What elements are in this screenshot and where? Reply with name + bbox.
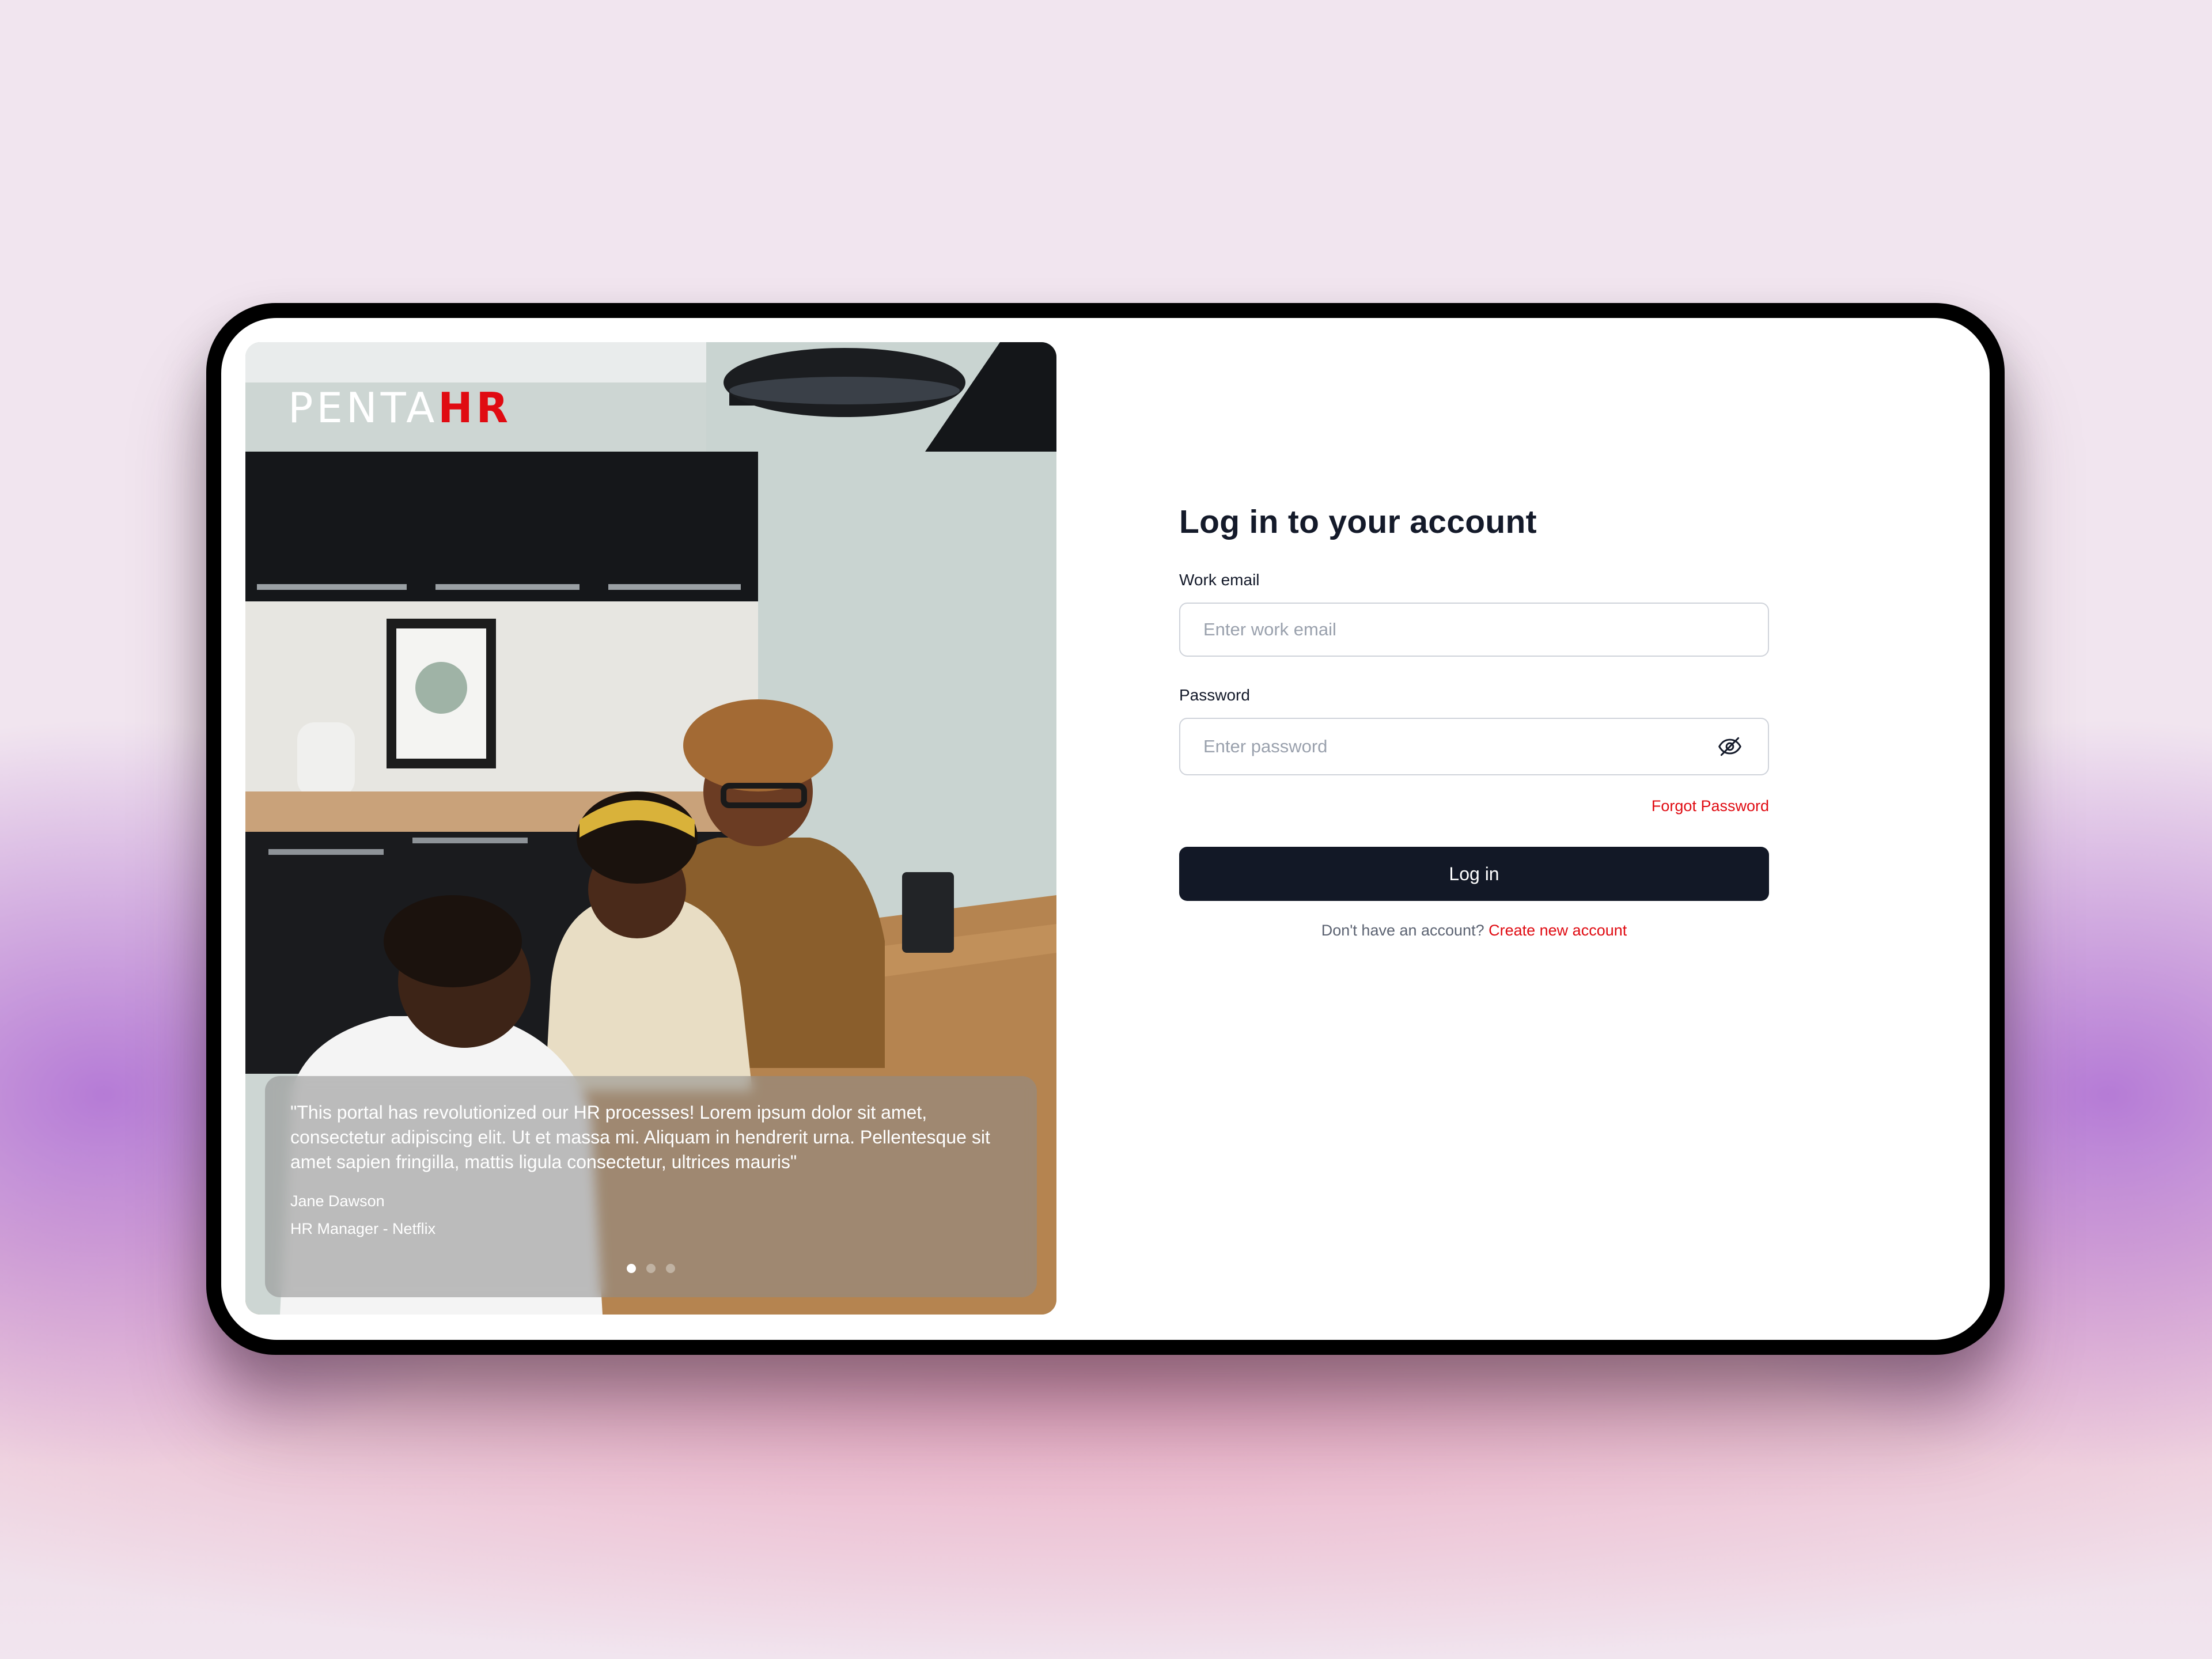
device-frame: PENTAHR "This portal has revolutionized … bbox=[206, 303, 2005, 1355]
password-field[interactable] bbox=[1180, 719, 1768, 774]
login-button[interactable]: Log in bbox=[1179, 847, 1769, 901]
hero-photo-panel: PENTAHR "This portal has revolutionized … bbox=[245, 342, 1056, 1315]
create-account-link[interactable]: Create new account bbox=[1488, 922, 1627, 939]
carousel-dot-1[interactable] bbox=[627, 1264, 636, 1273]
password-field-wrapper bbox=[1179, 718, 1769, 775]
signup-prompt: Don't have an account? Create new accoun… bbox=[1179, 921, 1769, 940]
testimonial-role: HR Manager - Netflix bbox=[290, 1220, 436, 1237]
email-field-wrapper bbox=[1179, 603, 1769, 657]
testimonial-card: "This portal has revolutionized our HR p… bbox=[265, 1076, 1037, 1297]
pentahr-logo: PENTAHR bbox=[288, 384, 512, 432]
signup-prompt-text: Don't have an account? bbox=[1321, 922, 1484, 939]
testimonial-quote: "This portal has revolutionized our HR p… bbox=[290, 1102, 990, 1172]
eye-off-icon[interactable] bbox=[1717, 734, 1743, 759]
page-title: Log in to your account bbox=[1179, 503, 1537, 540]
email-field[interactable] bbox=[1180, 604, 1768, 656]
carousel-dot-3[interactable] bbox=[666, 1264, 675, 1273]
login-form: Log in to your account Work email Passwo… bbox=[1179, 501, 1769, 940]
forgot-password-link[interactable]: Forgot Password bbox=[1179, 796, 1769, 816]
testimonial-author: Jane Dawson bbox=[290, 1192, 385, 1210]
carousel-dot-2[interactable] bbox=[646, 1264, 656, 1273]
password-label: Password bbox=[1179, 686, 1250, 704]
login-screen: PENTAHR "This portal has revolutionized … bbox=[221, 318, 1990, 1340]
carousel-dots bbox=[265, 1264, 1037, 1273]
email-label: Work email bbox=[1179, 571, 1260, 589]
